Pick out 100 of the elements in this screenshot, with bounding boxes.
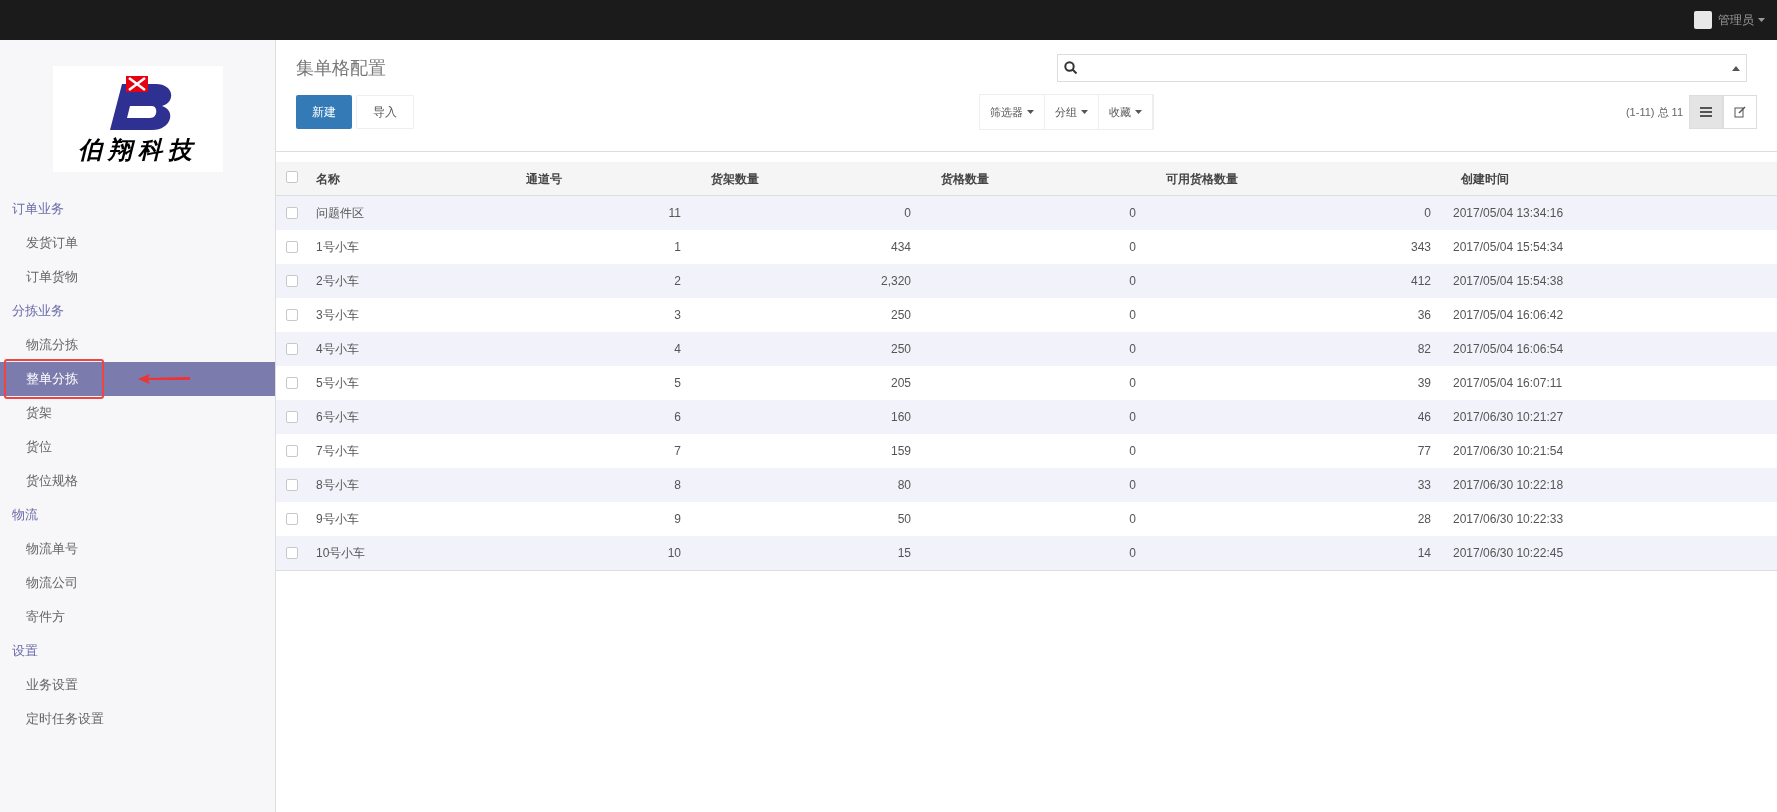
row-checkbox[interactable]: [286, 207, 298, 219]
table-cell-text: 6: [673, 409, 682, 426]
table-cell-text: 205: [889, 375, 912, 392]
column-header[interactable]: 创建时间: [1441, 169, 1777, 188]
table-cell-text: 2017/06/30 10:21:27: [1452, 409, 1565, 426]
caret-icon: [1135, 110, 1142, 114]
column-header[interactable]: 名称: [316, 169, 506, 188]
table-cell-text: 0: [1128, 545, 1137, 562]
user-menu[interactable]: 管理员: [1718, 11, 1765, 29]
table-cell-text: 0: [903, 205, 912, 222]
table-cell-text: 0: [1128, 205, 1137, 222]
table-cell-text: 36: [1416, 307, 1432, 324]
table-cell-text: 14: [1416, 545, 1432, 562]
table-cell-text: 250: [889, 341, 912, 358]
table-cell-text: 0: [1128, 375, 1137, 392]
sidebar-item[interactable]: 货位规格: [0, 464, 275, 498]
search-field[interactable]: [1057, 54, 1747, 82]
table-cell-text: 46: [1416, 409, 1432, 426]
table-cell-text: 159: [889, 443, 912, 460]
column-header[interactable]: 货格数量: [921, 169, 1146, 188]
caret-icon: [1081, 110, 1088, 114]
sidebar-item[interactable]: 定时任务设置: [0, 702, 275, 736]
row-checkbox[interactable]: [286, 343, 298, 355]
sidebar-item[interactable]: 订单货物: [0, 260, 275, 294]
table-cell-text: 343: [1409, 239, 1432, 256]
row-checkbox[interactable]: [286, 479, 298, 491]
table-cell-text: 7号小车: [316, 443, 360, 460]
sidebar-heading: 订单业务: [11, 200, 65, 219]
table-cell-text: 15: [896, 545, 912, 562]
caret-icon: [1027, 110, 1034, 114]
table-cell-text: 10号小车: [316, 545, 367, 562]
table-cell-text: 9号小车: [316, 511, 360, 528]
sidebar-item[interactable]: 整单分拣: [0, 362, 275, 396]
table-cell-text: 2017/06/30 10:21:54: [1452, 443, 1565, 460]
table-cell-text: 0: [1128, 239, 1137, 256]
sidebar-item[interactable]: 物流单号: [0, 532, 275, 566]
row-checkbox[interactable]: [286, 377, 298, 389]
table-cell-text: 3: [673, 307, 682, 324]
table-cell-text: 80: [896, 477, 912, 494]
create-button[interactable]: 新建: [296, 95, 352, 129]
sidebar-item[interactable]: 货位: [0, 430, 275, 464]
caret-up-icon[interactable]: [1732, 65, 1740, 71]
table-cell-text: 2017/05/04 16:06:42: [1452, 307, 1565, 324]
table-cell-text: 问题件区: [316, 205, 365, 222]
table-cell-text: 39: [1416, 375, 1432, 392]
search-icon: [1064, 61, 1078, 75]
annotation-arrow: [138, 374, 190, 384]
column-header[interactable]: 可用货格数量: [1146, 169, 1441, 188]
table-cell-text: 160: [889, 409, 912, 426]
list-view-button[interactable]: [1689, 95, 1723, 129]
table-cell-text: 10: [666, 545, 682, 562]
row-checkbox[interactable]: [286, 547, 298, 559]
table-cell-text: 82: [1416, 341, 1432, 358]
table-cell-text: 0: [1128, 443, 1137, 460]
table-cell-text: 1: [673, 239, 682, 256]
row-checkbox[interactable]: [286, 513, 298, 525]
table-cell-text: 9: [673, 511, 682, 528]
table-cell-text: 2017/05/04 15:54:38: [1452, 273, 1565, 290]
table-cell-text: 2017/06/30 10:22:33: [1452, 511, 1565, 528]
sidebar-item[interactable]: 物流分拣: [0, 328, 275, 362]
import-button[interactable]: 导入: [356, 95, 414, 129]
list-icon: [1700, 107, 1712, 117]
table-cell-text: 412: [1409, 273, 1432, 290]
row-checkbox[interactable]: [286, 170, 298, 183]
column-header[interactable]: 货架数量: [691, 169, 921, 188]
row-checkbox[interactable]: [286, 241, 298, 253]
table-cell-text: 8: [673, 477, 682, 494]
caret-icon: [1758, 18, 1765, 22]
row-checkbox[interactable]: [286, 309, 298, 321]
table-cell-text: 28: [1416, 511, 1432, 528]
table-cell-text: 2017/06/30 10:22:45: [1452, 545, 1565, 562]
table-cell-text: 50: [896, 511, 912, 528]
table-cell-text: 0: [1128, 307, 1137, 324]
table-cell-text: 2017/05/04 16:07:11: [1452, 375, 1564, 392]
table-cell-text: 3号小车: [316, 307, 360, 324]
table-cell-text: 33: [1416, 477, 1432, 494]
table-cell-text: 8号小车: [316, 477, 360, 494]
table-cell-text: 0: [1128, 341, 1137, 358]
row-checkbox[interactable]: [286, 411, 298, 423]
table-cell-text: 7: [673, 443, 682, 460]
table-cell-text: 2017/05/04 15:54:34: [1452, 239, 1565, 256]
table-cell-text: 2017/05/04 16:06:54: [1452, 341, 1565, 358]
avatar-icon: [1694, 11, 1712, 29]
sidebar-item[interactable]: 货架: [0, 396, 275, 430]
column-header[interactable]: 通道号: [506, 169, 691, 188]
table-cell-text: 4: [673, 341, 682, 358]
table-cell-text: 434: [889, 239, 912, 256]
row-checkbox[interactable]: [286, 275, 298, 287]
sidebar-item[interactable]: 寄件方: [0, 600, 275, 634]
table-cell-text: 0: [1128, 409, 1137, 426]
sidebar-item[interactable]: 业务设置: [0, 668, 275, 702]
row-checkbox[interactable]: [286, 445, 298, 457]
table-cell-text: 5号小车: [316, 375, 360, 392]
table-cell-text: 1号小车: [316, 239, 360, 256]
logo-text: 伯翔科技: [77, 138, 198, 162]
table-cell-text: 5: [673, 375, 682, 392]
sidebar-heading: 物流: [11, 506, 39, 525]
sidebar-item[interactable]: 物流公司: [0, 566, 275, 600]
table-cell-text: 77: [1416, 443, 1432, 460]
sidebar-item[interactable]: 发货订单: [0, 226, 275, 260]
